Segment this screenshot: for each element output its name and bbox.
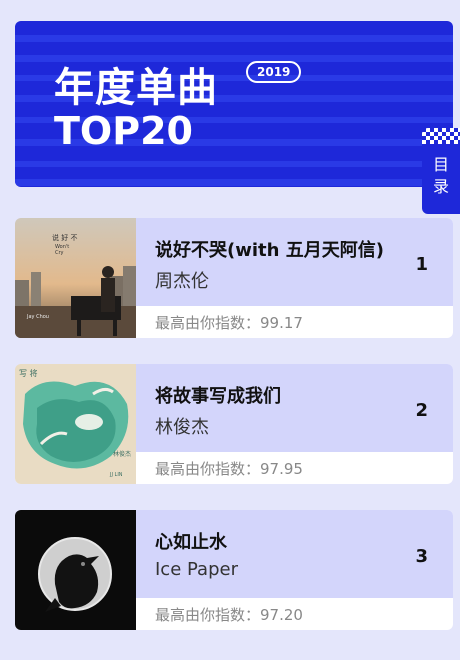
album-cover: 写 将 林俊杰 JJ LIN (15, 364, 136, 484)
svg-text:JJ LIN: JJ LIN (109, 472, 123, 478)
song-card[interactable]: 心如止水 Ice Paper 3 最高由你指数：97.20 (15, 510, 453, 630)
svg-text:说 好 不: 说 好 不 (52, 233, 77, 242)
svg-text:写 将: 写 将 (19, 368, 38, 378)
svg-text:Jay Chou: Jay Chou (26, 314, 49, 320)
rank-number: 2 (415, 400, 428, 421)
song-title: 心如止水 (155, 532, 227, 553)
song-title: 将故事写成我们 (155, 386, 281, 407)
score-text: 最高由你指数：97.20 (155, 606, 303, 624)
song-card[interactable]: 写 将 林俊杰 JJ LIN 将故事写成我们 林俊杰 2 最高由你指数：97.9… (15, 364, 453, 484)
score-text: 最高由你指数：99.17 (155, 314, 303, 332)
toc-button[interactable]: 目 录 (422, 128, 460, 214)
score-text: 最高由你指数：97.95 (155, 460, 303, 478)
rank-number: 3 (415, 546, 428, 567)
toc-label: 目 录 (432, 155, 449, 196)
page-title: 年度单曲 (54, 65, 218, 111)
year-badge: 2019 (246, 61, 302, 83)
song-title: 说好不哭(with 五月天阿信) (155, 240, 384, 261)
song-card[interactable]: 说 好 不 Won't Cry Jay Chou 说好不哭(with 五月天阿信… (15, 218, 453, 338)
page-subtitle: TOP20 (54, 109, 193, 153)
album-cover (15, 510, 136, 630)
checker-flag-icon (422, 128, 460, 144)
svg-text:Cry: Cry (55, 250, 64, 256)
svg-text:林俊杰: 林俊杰 (113, 450, 131, 458)
artist-name: 林俊杰 (155, 417, 209, 438)
banner: 年度单曲 2019 TOP20 (15, 21, 453, 187)
rank-number: 1 (415, 254, 428, 275)
artist-name: Ice Paper (155, 559, 238, 580)
album-cover: 说 好 不 Won't Cry Jay Chou (15, 218, 136, 338)
artist-name: 周杰伦 (155, 271, 209, 292)
